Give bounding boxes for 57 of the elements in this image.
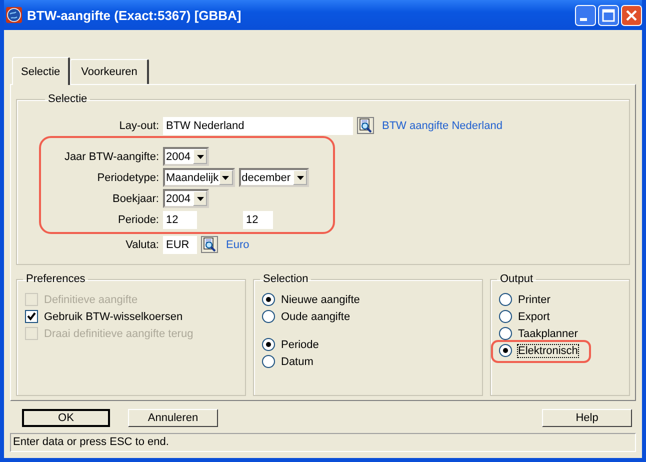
- radio-label: Elektronisch: [518, 344, 578, 356]
- maximize-icon[interactable]: [598, 4, 619, 26]
- tab[interactable]: Selectie: [12, 57, 70, 85]
- field-label: Lay-out:: [118, 120, 159, 132]
- text-field[interactable]: EUR: [163, 236, 197, 254]
- field-label: Periodetype:: [96, 172, 159, 184]
- field-label: Jaar BTW-aangifte:: [63, 150, 159, 162]
- radio-button[interactable]: [262, 338, 275, 351]
- checkbox-label: Gebruik BTW-wisselkoersen: [44, 310, 183, 322]
- magnifier-icon[interactable]: [357, 117, 374, 134]
- dialog-button[interactable]: Help: [542, 409, 632, 427]
- radio-label: Datum: [281, 356, 314, 368]
- field-label: Boekjaar:: [112, 192, 159, 204]
- group-title: Output: [499, 273, 534, 285]
- radio-button[interactable]: [262, 293, 275, 306]
- radio-label: Printer: [518, 294, 550, 306]
- checkbox[interactable]: [25, 310, 38, 323]
- checkbox-label: Draai definitieve aangifte terug: [44, 328, 194, 340]
- dropdown-arrow-icon: [296, 176, 304, 180]
- text-field[interactable]: 12: [163, 210, 197, 228]
- magnifier-icon[interactable]: [201, 236, 218, 253]
- radio-label: Oude aangifte: [281, 310, 350, 322]
- dropdown[interactable]: december: [238, 168, 309, 187]
- dropdown[interactable]: Maandelijk: [163, 168, 235, 187]
- radio-label: Taakplanner: [518, 328, 578, 340]
- dropdown-arrow-icon: [196, 154, 204, 158]
- status-bar: Enter data or press ESC to end.: [10, 433, 636, 452]
- dialog-button[interactable]: Annuleren: [128, 409, 218, 427]
- radio-button[interactable]: [499, 344, 512, 357]
- radio-button[interactable]: [499, 310, 512, 323]
- checkbox-label: Definitieve aangifte: [44, 294, 138, 306]
- radio-button[interactable]: [262, 355, 275, 368]
- group-title: Selectie: [47, 93, 88, 105]
- radio-label: Nieuwe aangifte: [281, 294, 360, 306]
- dialog-button[interactable]: OK: [22, 409, 110, 427]
- radio-button[interactable]: [262, 310, 275, 323]
- dropdown-arrow-icon: [222, 176, 230, 180]
- group-title: Preferences: [25, 273, 86, 285]
- group-title: Selection: [262, 273, 310, 285]
- dropdown-arrow-icon: [196, 196, 204, 200]
- text-field[interactable]: 12: [243, 210, 273, 228]
- close-icon[interactable]: [621, 4, 642, 26]
- tab[interactable]: Voorkeuren: [70, 59, 150, 84]
- field-label: Valuta:: [124, 238, 159, 250]
- dropdown[interactable]: 2004: [163, 147, 209, 166]
- minimize-icon[interactable]: [575, 4, 596, 26]
- radio-button[interactable]: [499, 293, 512, 306]
- globe-icon: [6, 7, 22, 23]
- link[interactable]: BTW aangifte Nederland: [382, 120, 502, 132]
- radio-button[interactable]: [499, 327, 512, 340]
- window-title: BTW-aangifte (Exact:5367) [GBBA]: [27, 8, 242, 22]
- text-field[interactable]: BTW Nederland: [163, 116, 353, 134]
- field-label: Periode:: [117, 214, 159, 226]
- radio-label: Export: [518, 310, 550, 322]
- radio-label: Periode: [281, 338, 319, 350]
- link[interactable]: Euro: [226, 238, 250, 250]
- dropdown[interactable]: 2004: [163, 189, 209, 208]
